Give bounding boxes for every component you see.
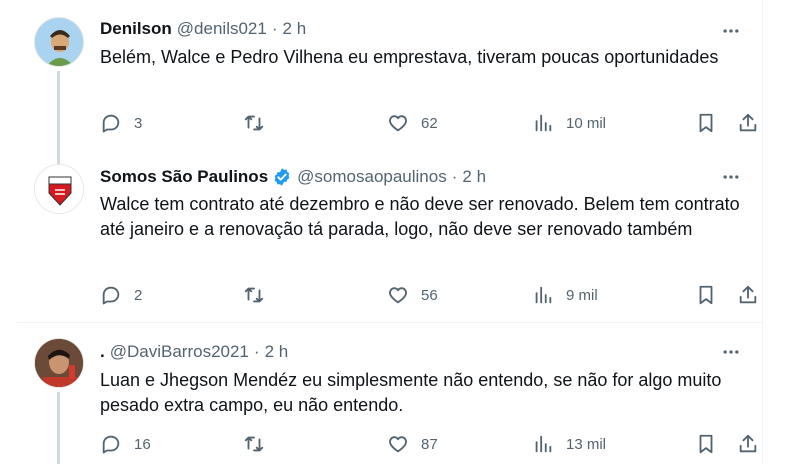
bookmark-icon (699, 113, 713, 133)
reply-button[interactable]: 3 (100, 111, 142, 135)
views-button[interactable]: 9 mil (532, 283, 598, 307)
bookmark-icon (699, 434, 713, 454)
heart-icon (389, 287, 407, 304)
views-count: 13 mil (566, 435, 607, 453)
bookmark-button[interactable] (695, 111, 717, 135)
separator-dot: · (271, 19, 278, 38)
action-bar: 2 56 9 mil (100, 283, 757, 307)
like-count: 87 (421, 435, 438, 453)
more-options-icon[interactable] (721, 342, 741, 362)
heart-icon (389, 115, 407, 132)
verified-badge-icon (274, 168, 290, 186)
timestamp[interactable]: 2 h (283, 19, 307, 39)
share-button[interactable] (737, 432, 759, 456)
share-icon (739, 113, 757, 132)
thread-line (57, 157, 60, 164)
reply-icon (102, 286, 120, 305)
reply-count: 3 (134, 114, 143, 132)
action-bar: 16 87 13 mil (100, 432, 757, 456)
retweet-button[interactable] (243, 283, 277, 307)
avatar[interactable] (34, 338, 84, 388)
reply-count: 16 (134, 435, 151, 453)
like-button[interactable]: 56 (387, 283, 438, 307)
views-chart-icon (535, 114, 552, 132)
tweet[interactable]: Somos São Paulinos @somosaopaulinos · 2 … (17, 157, 763, 324)
tweet-feed: Denilson @denils021 · 2 h Belém, Walce e… (17, 0, 763, 464)
retweet-icon (244, 287, 264, 303)
share-button[interactable] (737, 283, 759, 307)
reply-button[interactable]: 2 (100, 283, 142, 307)
tweet-text: Belém, Walce e Pedro Vilhena eu empresta… (100, 47, 719, 67)
author-handle[interactable]: @somosaopaulinos (297, 167, 447, 187)
like-button[interactable]: 87 (387, 432, 438, 456)
bookmark-button[interactable] (695, 283, 717, 307)
separator-dot: · (253, 342, 260, 361)
author-name[interactable]: Denilson (100, 19, 172, 39)
retweet-icon (244, 436, 264, 452)
more-options-icon[interactable] (721, 21, 741, 41)
author-handle[interactable]: @DaviBarros2021 (110, 342, 249, 362)
thread-line (57, 71, 60, 157)
like-count: 62 (421, 114, 438, 132)
views-chart-icon (535, 435, 552, 453)
tweet-header: . @DaviBarros2021 · 2 h (100, 340, 288, 364)
avatar[interactable] (34, 17, 84, 67)
tweet-header: Somos São Paulinos @somosaopaulinos · 2 … (100, 165, 486, 189)
like-count: 56 (421, 286, 438, 304)
retweet-button[interactable] (243, 432, 277, 456)
timestamp[interactable]: 2 h (265, 342, 289, 362)
avatar[interactable] (34, 164, 84, 214)
reply-icon (102, 114, 120, 133)
separator-dot: · (451, 167, 458, 186)
share-icon (739, 285, 757, 304)
retweet-icon (244, 115, 264, 131)
views-button[interactable]: 10 mil (532, 111, 606, 135)
timestamp[interactable]: 2 h (462, 167, 486, 187)
reply-icon (102, 435, 120, 454)
thread-line (57, 392, 60, 464)
retweet-button[interactable] (243, 111, 277, 135)
tweet[interactable]: Denilson @denils021 · 2 h Belém, Walce e… (17, 0, 763, 157)
heart-icon (389, 436, 407, 453)
reply-count: 2 (134, 286, 143, 304)
action-bar: 3 62 10 mil (100, 111, 757, 135)
author-name[interactable]: . (100, 342, 105, 362)
tweet-text: Luan e Jhegson Mendéz eu simplesmente nã… (100, 370, 722, 415)
views-button[interactable]: 13 mil (532, 432, 606, 456)
bookmark-icon (699, 285, 713, 305)
views-chart-icon (535, 286, 552, 304)
views-count: 9 mil (566, 286, 598, 304)
tweet-text: Walce tem contrato até dezembro e não de… (100, 194, 740, 239)
views-count: 10 mil (566, 114, 607, 132)
tweet[interactable]: . @DaviBarros2021 · 2 h Luan e Jhegson M… (17, 323, 763, 464)
bookmark-button[interactable] (695, 432, 717, 456)
like-button[interactable]: 62 (387, 111, 438, 135)
tweet-header: Denilson @denils021 · 2 h (100, 17, 306, 41)
more-options-icon[interactable] (721, 167, 741, 187)
author-handle[interactable]: @denils021 (177, 19, 267, 39)
share-icon (739, 434, 757, 453)
author-name[interactable]: Somos São Paulinos (100, 167, 268, 187)
share-button[interactable] (737, 111, 759, 135)
reply-button[interactable]: 16 (100, 432, 151, 456)
